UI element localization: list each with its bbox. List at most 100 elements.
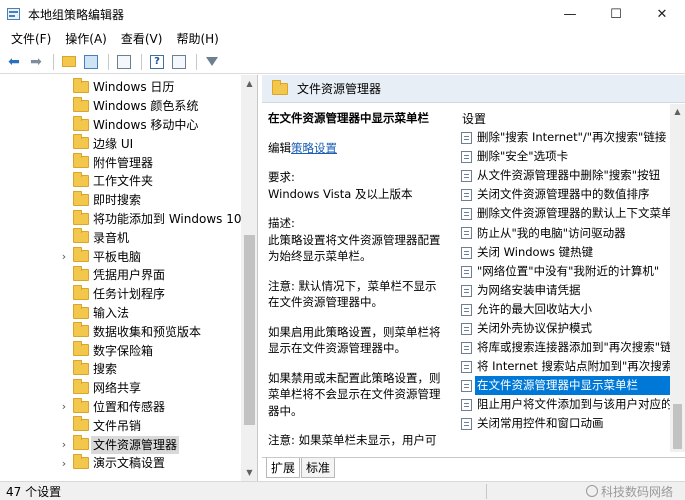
folder-icon	[73, 78, 89, 93]
window-title: 本地组策略编辑器	[28, 7, 125, 22]
setting-row[interactable]: 关闭 Windows 键热键	[452, 243, 670, 262]
tree-scroll-thumb[interactable]	[244, 235, 255, 425]
setting-label: 将库或搜索连接器添加到"再次搜索"链接	[477, 340, 670, 355]
folder-icon	[73, 397, 89, 413]
setting-label: 删除"安全"选项卡	[477, 149, 569, 164]
description-label: 描述:	[268, 216, 295, 230]
tree-item[interactable]: › 位置和传感器	[0, 397, 241, 417]
expand-chevron-icon[interactable]: ›	[59, 400, 69, 413]
tree-item[interactable]: 边缘 UI	[0, 134, 241, 153]
minimize-button[interactable]: —	[547, 0, 593, 28]
maximize-button[interactable]: ☐	[593, 0, 639, 28]
policy-setting-icon	[461, 265, 472, 278]
properties-icon[interactable]	[169, 52, 189, 72]
edit-policy-link[interactable]: 策略设置	[291, 141, 337, 155]
setting-row[interactable]: "网络位置"中没有"我附近的计算机"	[452, 262, 670, 281]
setting-row[interactable]: 删除文件资源管理器的默认上下文菜单	[452, 204, 670, 223]
tree-item[interactable]: 数据收集和预览版本	[0, 322, 241, 341]
setting-label: 从文件资源管理器中删除"搜索"按钮	[477, 168, 661, 183]
policy-tree-pane: Windows 日历 Windows 颜色系统 Windows 移动中心边缘 UI 附…	[0, 75, 258, 481]
setting-row[interactable]: 关闭外壳协议保护模式	[452, 319, 670, 338]
tree-item-label: 文件吊销	[93, 418, 142, 433]
folder-icon	[73, 190, 89, 206]
tree-item[interactable]: 文件吊销	[0, 416, 241, 435]
setting-label: 为网络安装申请凭据	[477, 282, 581, 297]
folder-icon	[73, 303, 89, 319]
tree-item[interactable]: › 平板电脑	[0, 247, 241, 266]
tree-item[interactable]: 即时搜索	[0, 190, 241, 210]
setting-row[interactable]: 从文件资源管理器中删除"搜索"按钮	[452, 166, 670, 185]
menu-action[interactable]: 操作(A)	[58, 28, 114, 50]
scroll-up-arrow-icon[interactable]: ▲	[241, 75, 257, 92]
forward-arrow-icon[interactable]: ➡	[26, 52, 46, 72]
setting-row[interactable]: 阻止用户将文件添加到与该用户对应的"用户文件	[452, 395, 670, 414]
export-list-icon[interactable]	[114, 52, 134, 72]
filter-icon[interactable]	[202, 52, 222, 72]
tree-item[interactable]: 输入法	[0, 303, 241, 323]
tree-item[interactable]: 搜索	[0, 359, 241, 379]
settings-scroll-thumb[interactable]	[673, 404, 682, 449]
policy-title: 在文件资源管理器中显示菜单栏	[268, 111, 429, 125]
tree-item[interactable]: 工作文件夹	[0, 171, 241, 191]
tree-item[interactable]: 将功能添加到 Windows 10	[0, 209, 241, 229]
help-icon[interactable]: ?	[147, 52, 167, 72]
menu-view[interactable]: 查看(V)	[114, 28, 170, 50]
setting-row[interactable]: 在文件资源管理器中显示菜单栏	[452, 376, 670, 396]
folder-icon	[73, 453, 89, 469]
tree-item[interactable]: Windows 颜色系统	[0, 96, 241, 116]
setting-label: 将 Internet 搜索站点附加到"再次搜索"链接	[477, 359, 670, 374]
setting-row[interactable]: 为网络安装申请凭据	[452, 281, 670, 300]
tree-item[interactable]: Windows 日历	[0, 78, 241, 97]
setting-row[interactable]: 允许的最大回收站大小	[452, 300, 670, 319]
settings-list: 删除"搜索 Internet"/"再次搜索"链接删除"安全"选项卡从文件资源管理…	[452, 128, 670, 434]
expand-chevron-icon[interactable]: ›	[59, 457, 69, 470]
tree-item[interactable]: 网络共享	[0, 378, 241, 398]
up-folder-icon[interactable]	[59, 52, 79, 72]
tree-vertical-scrollbar[interactable]: ▲ ▼	[241, 75, 257, 481]
policy-setting-icon	[461, 322, 472, 335]
tree-item[interactable]: Windows 移动中心	[0, 115, 241, 135]
scroll-down-arrow-icon[interactable]: ▼	[241, 464, 257, 481]
enabled-explanation: 如果启用此策略设置，则菜单栏将显示在文件资源管理器中。	[268, 324, 441, 356]
expand-chevron-icon[interactable]: ›	[59, 250, 69, 263]
show-hide-tree-icon[interactable]	[81, 52, 101, 72]
tab-standard[interactable]: 标准	[301, 458, 336, 478]
back-arrow-icon[interactable]: ⬅	[4, 52, 24, 72]
setting-row[interactable]: 删除"安全"选项卡	[452, 147, 670, 166]
tree-item[interactable]: 录音机	[0, 228, 241, 247]
setting-row[interactable]: 将 Internet 搜索站点附加到"再次搜索"链接	[452, 357, 670, 376]
description-text: 此策略设置将文件资源管理器配置为始终显示菜单栏。	[268, 232, 441, 264]
policy-setting-icon	[461, 227, 472, 240]
menu-help[interactable]: 帮助(H)	[169, 28, 225, 50]
disabled-explanation: 如果禁用或未配置此策略设置，则菜单栏将不会显示在文件资源管理器中。	[268, 370, 441, 418]
toolbar-separator	[108, 53, 109, 70]
setting-row[interactable]: 删除"搜索 Internet"/"再次搜索"链接	[452, 128, 670, 147]
tree-item[interactable]: › 演示文稿设置	[0, 453, 241, 473]
tree-item[interactable]: 数字保险箱	[0, 341, 241, 360]
menu-file[interactable]: 文件(F)	[4, 28, 58, 50]
tree-item[interactable]: 任务计划程序	[0, 284, 241, 304]
tree-item-label: 即时搜索	[93, 193, 142, 208]
setting-row[interactable]: 关闭文件资源管理器中的数值排序	[452, 185, 670, 204]
setting-row[interactable]: 关闭常用控件和窗口动画	[452, 414, 670, 433]
folder-icon	[73, 416, 89, 432]
tree-item[interactable]: 附件管理器	[0, 153, 241, 172]
tab-extended[interactable]: 扩展	[266, 458, 301, 478]
setting-label: 关闭常用控件和窗口动画	[477, 416, 604, 431]
settings-column-header[interactable]: 设置	[462, 110, 486, 127]
expand-chevron-icon[interactable]: ›	[59, 438, 69, 451]
setting-row[interactable]: 将库或搜索连接器添加到"再次搜索"链接	[452, 338, 670, 357]
close-button[interactable]: ✕	[639, 0, 685, 28]
setting-row[interactable]: 防止从"我的电脑"访问驱动器	[452, 223, 670, 242]
scroll-up-arrow-icon[interactable]: ▲	[670, 104, 685, 119]
tree-item[interactable]: › 文件资源管理器	[0, 435, 241, 454]
tree-item-label: Windows 移动中心	[93, 117, 199, 132]
settings-vertical-scrollbar[interactable]: ▲	[670, 104, 685, 452]
tree-item-label: 平板电脑	[93, 249, 142, 264]
folder-icon	[73, 209, 89, 225]
details-pane: 文件资源管理器 在文件资源管理器中显示菜单栏 编辑策略设置 要求: Window…	[262, 75, 685, 481]
tree-item[interactable]: 凭据用户界面	[0, 265, 241, 285]
policy-setting-icon	[461, 151, 472, 164]
folder-icon	[73, 134, 89, 150]
tree-item-label: 数字保险箱	[93, 343, 154, 358]
